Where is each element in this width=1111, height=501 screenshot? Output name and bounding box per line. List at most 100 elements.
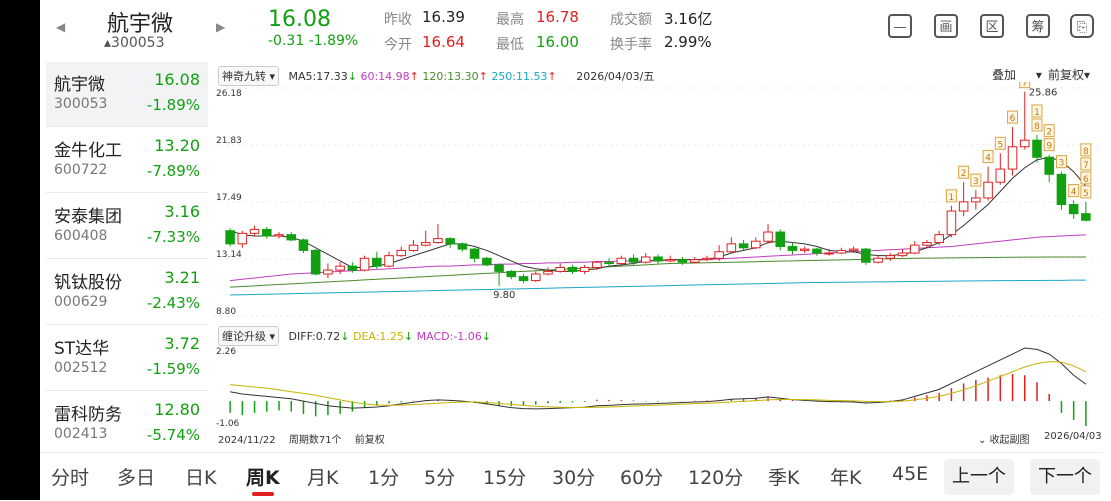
- tab-45e[interactable]: 45E: [892, 463, 928, 485]
- chart-footer: 2024/11/22 周期数71个 前复权: [218, 431, 385, 446]
- watchlist-item[interactable]: 航宇微 16.08 300053 -1.89%: [46, 62, 208, 127]
- overlay-dropdown[interactable]: 叠加 ▾: [992, 66, 1042, 83]
- high-price-label: 25.86: [1029, 88, 1058, 99]
- candle-body: [848, 248, 859, 251]
- y-tick-label: 13.14: [216, 250, 242, 260]
- tab-15min[interactable]: 15分: [483, 463, 526, 490]
- prev-close-label: 昨收: [384, 12, 412, 28]
- watch-code: 600408: [54, 228, 108, 244]
- candle-body: [1044, 156, 1054, 175]
- tab-monthly-k[interactable]: 月K: [307, 463, 338, 490]
- open-value: 16.64: [422, 33, 465, 51]
- tab-60min[interactable]: 60分: [620, 463, 663, 490]
- candle-body: [1056, 173, 1067, 205]
- collapse-subchart-button[interactable]: ⌄ 收起副图: [978, 431, 1030, 446]
- watchlist-item[interactable]: 雷科防务 12.80 002413 -5.74%: [46, 392, 208, 448]
- candle-body: [1081, 213, 1091, 221]
- watch-code: 000629: [54, 294, 108, 310]
- turnover-label: 成交额: [610, 12, 652, 28]
- tab-120min[interactable]: 120分: [688, 463, 743, 490]
- minus-square-icon[interactable]: —: [888, 14, 912, 38]
- stock-name: 航宇微: [107, 12, 174, 37]
- watchlist-item[interactable]: ST达华 3.72 002512 -1.59%: [46, 326, 208, 391]
- prev-close-value: 16.39: [422, 8, 465, 26]
- current-price: 16.08: [268, 7, 331, 32]
- watch-name: 安泰集团: [54, 207, 122, 227]
- watch-name: 钒钛股份: [54, 273, 122, 293]
- tab-daily-k[interactable]: 日K: [185, 463, 216, 490]
- nine-turn-label: 5: [997, 140, 1003, 150]
- active-tab-indicator: [252, 492, 274, 496]
- y-tick-label: 21.83: [216, 136, 242, 146]
- watchlist-item[interactable]: 安泰集团 3.16 600408 -7.33%: [46, 194, 208, 259]
- candle-body: [372, 257, 382, 267]
- chip-icon[interactable]: 筹: [1026, 14, 1050, 38]
- adjust-note: 前复权: [354, 435, 385, 446]
- ma250-line: [230, 279, 1086, 296]
- candle-body: [249, 228, 260, 234]
- nine-turn-label: 6: [1083, 175, 1089, 185]
- quote-header: ◀ 航宇微 ▴300053 ▶ 16.08 -0.31 -1.89% 昨收 16…: [40, 0, 1103, 60]
- low-label: 最低: [496, 37, 524, 53]
- kline-chart-panel[interactable]: 神奇九转 ▾ MA5:17.33↓ 60:14.98↑ 120:13.30↑ 2…: [214, 60, 1104, 448]
- next-stock-arrow-icon[interactable]: ▶: [216, 20, 225, 34]
- tab-5min[interactable]: 5分: [424, 463, 455, 490]
- watch-code: 002413: [54, 426, 108, 442]
- candle-body: [897, 252, 908, 257]
- watchlist-item[interactable]: 钒钛股份 3.21 000629 -2.43%: [46, 260, 208, 325]
- watch-price: 13.20: [154, 136, 200, 155]
- tab-1min[interactable]: 1分: [368, 463, 399, 490]
- candle-body: [665, 259, 676, 262]
- watch-price: 3.16: [164, 202, 200, 221]
- tab-multi-day[interactable]: 多日: [117, 463, 155, 490]
- nine-turn-label: 4: [985, 153, 991, 163]
- macd-legend: 缠论升级 ▾ DIFF:0.72↓ DEA:1.25↓ MACD:-1.06↓: [218, 326, 491, 346]
- high-value: 16.78: [536, 8, 579, 26]
- nine-turn-label: 3: [1059, 159, 1065, 169]
- period-count: 周期数71个: [288, 435, 342, 446]
- prev-stock-button[interactable]: 上一个: [944, 459, 1014, 495]
- candle-body: [836, 249, 847, 254]
- candle-body: [506, 270, 517, 278]
- watch-change: -2.43%: [146, 294, 200, 312]
- region-icon[interactable]: 区: [980, 14, 1004, 38]
- candle-body: [934, 234, 944, 244]
- tab-30min[interactable]: 30分: [552, 463, 595, 490]
- price-change: -0.31 -1.89%: [268, 33, 359, 49]
- tab-quarterly-k[interactable]: 季K: [768, 463, 799, 490]
- nine-turn-label: 2: [961, 169, 967, 179]
- period-tabs: 分时 多日 日K 周K 月K 1分 5分 15分 30分 60分 120分 季K…: [40, 452, 1103, 501]
- adjust-dropdown[interactable]: 前复权▾: [1048, 66, 1090, 83]
- candle-body: [579, 266, 590, 272]
- candle-body: [482, 257, 492, 266]
- candle-body: [909, 244, 920, 254]
- candle-body: [751, 240, 761, 249]
- candle-body: [653, 256, 663, 262]
- candle-body: [873, 257, 883, 263]
- phone-icon[interactable]: ⎘: [1070, 14, 1094, 38]
- watch-name: 雷科防务: [54, 405, 122, 425]
- candle-body: [1007, 146, 1018, 170]
- prev-stock-arrow-icon[interactable]: ◀: [56, 20, 65, 34]
- y-tick-label: 17.49: [216, 193, 242, 203]
- candle-body: [604, 261, 614, 265]
- watchlist-item[interactable]: 金牛化工 13.20 600722 -7.89%: [46, 128, 208, 193]
- next-stock-button[interactable]: 下一个: [1030, 459, 1100, 495]
- macd-dropdown[interactable]: 缠论升级 ▾: [218, 326, 280, 346]
- tab-yearly-k[interactable]: 年K: [830, 463, 861, 490]
- tab-intraday[interactable]: 分时: [51, 463, 89, 490]
- candle-body: [445, 238, 455, 245]
- watch-change: -7.89%: [146, 162, 200, 180]
- watch-code: 300053: [54, 96, 108, 112]
- candle-body: [616, 257, 627, 265]
- candle-body: [1032, 139, 1042, 158]
- watch-name: ST达华: [54, 339, 110, 359]
- picture-icon[interactable]: 画: [934, 14, 958, 38]
- tab-weekly-k[interactable]: 周K: [246, 463, 280, 490]
- nine-turn-label: 7: [1022, 82, 1028, 89]
- nine-turn-label: 6: [1010, 114, 1016, 124]
- watch-price: 3.21: [164, 268, 200, 287]
- watch-name: 航宇微: [54, 75, 105, 95]
- candle-body: [384, 255, 394, 267]
- watch-name: 金牛化工: [54, 141, 122, 161]
